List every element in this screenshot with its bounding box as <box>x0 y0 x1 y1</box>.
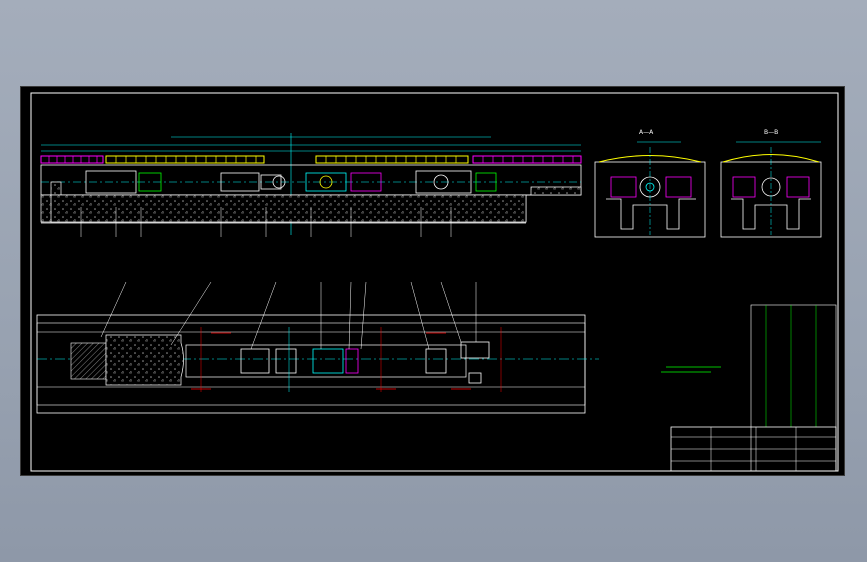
section-b-title: B—B <box>764 129 778 136</box>
parts-table <box>750 304 837 472</box>
section-b-view: B—B <box>720 129 822 238</box>
drawing-border <box>30 92 839 472</box>
section-a-view: A—A <box>594 129 706 238</box>
plan-view <box>36 281 599 414</box>
technical-notes <box>661 366 721 373</box>
elevation-view <box>40 133 582 237</box>
section-a-title: A—A <box>639 129 654 136</box>
cad-drawing-canvas: A—A B—B <box>20 86 845 476</box>
title-block <box>670 426 837 472</box>
